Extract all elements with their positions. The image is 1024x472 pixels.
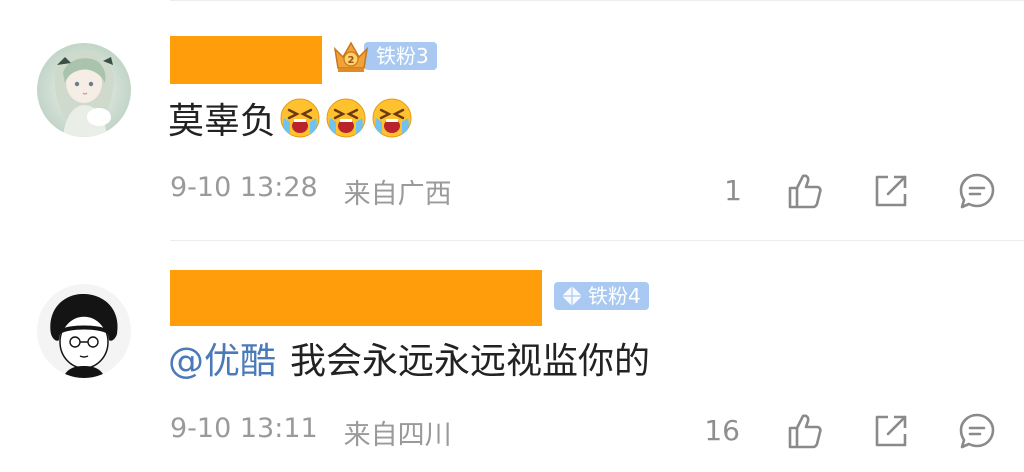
username-redacted[interactable] [170,36,322,84]
crown-2-icon: 2 [330,35,372,77]
badge-pill: 铁粉4 [554,282,649,310]
thumbs-up-icon [788,414,822,449]
crying-face-icon [370,96,414,140]
avatar[interactable] [37,284,131,378]
fan-badge[interactable]: 铁粉4 [554,281,649,311]
thumbs-up-icon [788,174,822,209]
mention-link[interactable]: @优酷 [168,332,276,384]
share-icon [875,415,907,447]
reply-button[interactable] [956,170,998,212]
comment-text: 莫辜负 [168,101,277,142]
badge-label: 铁粉4 [588,284,641,308]
comment-item: 铁粉4 @优酷 我会永远永远视监你的 9-10 13:11 来自四川 16 [0,240,1024,472]
comment-location: 来自四川 [343,420,452,451]
comment-content: @优酷 我会永远永远视监你的 [168,332,650,384]
like-button[interactable] [784,410,826,452]
crying-face-icon [278,96,322,140]
reply-button[interactable] [956,410,998,452]
divider [170,240,1024,241]
comment-meta: 9-10 13:11 来自四川 [170,413,452,452]
comment-bubble-icon [959,173,995,209]
comment-content: 莫辜负 [168,92,414,144]
share-icon [875,175,907,207]
comment-time: 9-10 13:28 [170,172,318,203]
badge-pill: 铁粉3 [364,42,437,70]
svg-text:2: 2 [348,55,355,66]
comment-location: 来自广西 [343,179,452,210]
comment-item: 2 铁粉3 莫辜负 9-10 13:28 来自广西 1 [0,0,1024,240]
comment-bubble-icon [959,413,995,449]
like-count: 1 [724,174,742,207]
share-button[interactable] [870,410,912,452]
fan-badge[interactable]: 2 铁粉3 [330,41,437,72]
comment-time: 9-10 13:11 [170,413,318,444]
diamond-icon [560,284,584,308]
crying-face-icon [324,96,368,140]
comment-actions: 16 [704,406,1024,456]
avatar[interactable] [37,43,131,137]
comment-text: 我会永远永远视监你的 [290,341,651,382]
comment-meta: 9-10 13:28 来自广西 [170,172,452,211]
like-count: 16 [704,414,740,447]
badge-label: 铁粉3 [376,44,429,68]
share-button[interactable] [870,170,912,212]
comment-actions: 1 [704,166,1024,216]
username-redacted[interactable] [170,270,542,326]
like-button[interactable] [784,170,826,212]
